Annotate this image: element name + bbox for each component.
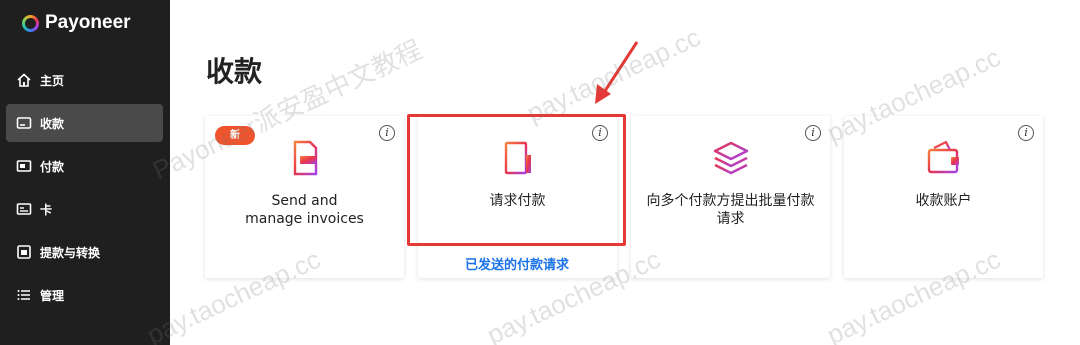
card-label-line: manage invoices [245,211,364,227]
sidebar-item-label: 收款 [40,116,65,131]
card-batch-request[interactable]: i 向多个付款方提出批量付款 请求 [631,116,830,278]
info-icon[interactable]: i [805,125,821,141]
sidebar-item-receive[interactable]: 收款 [6,104,163,142]
batch-request-icon [711,138,751,178]
card-label: 收款账户 [915,193,972,209]
sidebar-item-label: 付款 [40,159,65,174]
card-label-line: 请求 [716,211,745,227]
sidebar-item-manage[interactable]: 管理 [6,276,163,314]
highlight-annotation-box [407,114,626,246]
payoneer-logo[interactable]: Payoneer [22,11,131,35]
sidebar-item-pay[interactable]: 付款 [6,147,163,185]
new-badge: 新 [215,126,255,145]
card-label: 向多个付款方提出批量付款 请求 [639,192,822,228]
annotation-arrow-icon [595,41,639,104]
sent-requests-link[interactable]: 已发送的付款请求 [417,254,617,273]
brand-name: Payoneer [45,12,131,33]
card-icon [16,115,32,131]
list-icon [16,287,32,303]
sidebar-item-label: 主页 [40,73,65,88]
sidebar-item-label: 提款与转换 [40,245,101,260]
invoice-icon [285,138,325,178]
card-send-invoices[interactable]: 新 i Send and manage invoices [205,116,404,278]
card-label-line: Send and [271,193,338,209]
logo-ring-icon [22,14,39,32]
withdraw-icon [16,244,32,260]
wallet-icon [924,138,964,178]
card-label: Send and manage invoices [213,192,396,228]
card-receiving-accounts[interactable]: i 收款账户 [844,116,1043,278]
page-title: 收款 [206,55,263,88]
sidebar: Payoneer 主页 收款 付款 卡 提款与转换 管理 [0,0,170,345]
sidebar-item-home[interactable]: 主页 [6,61,163,99]
home-icon [16,72,32,88]
info-icon[interactable]: i [379,125,395,141]
sidebar-item-label: 管理 [40,288,65,303]
bankcard-icon [16,201,32,217]
card-label-line: 向多个付款方提出批量付款 [646,193,815,209]
sidebar-item-card[interactable]: 卡 [6,190,163,228]
sidebar-item-label: 卡 [40,202,53,217]
info-icon[interactable]: i [1018,125,1034,141]
sidebar-item-withdraw[interactable]: 提款与转换 [6,233,163,271]
payment-icon [16,158,32,174]
